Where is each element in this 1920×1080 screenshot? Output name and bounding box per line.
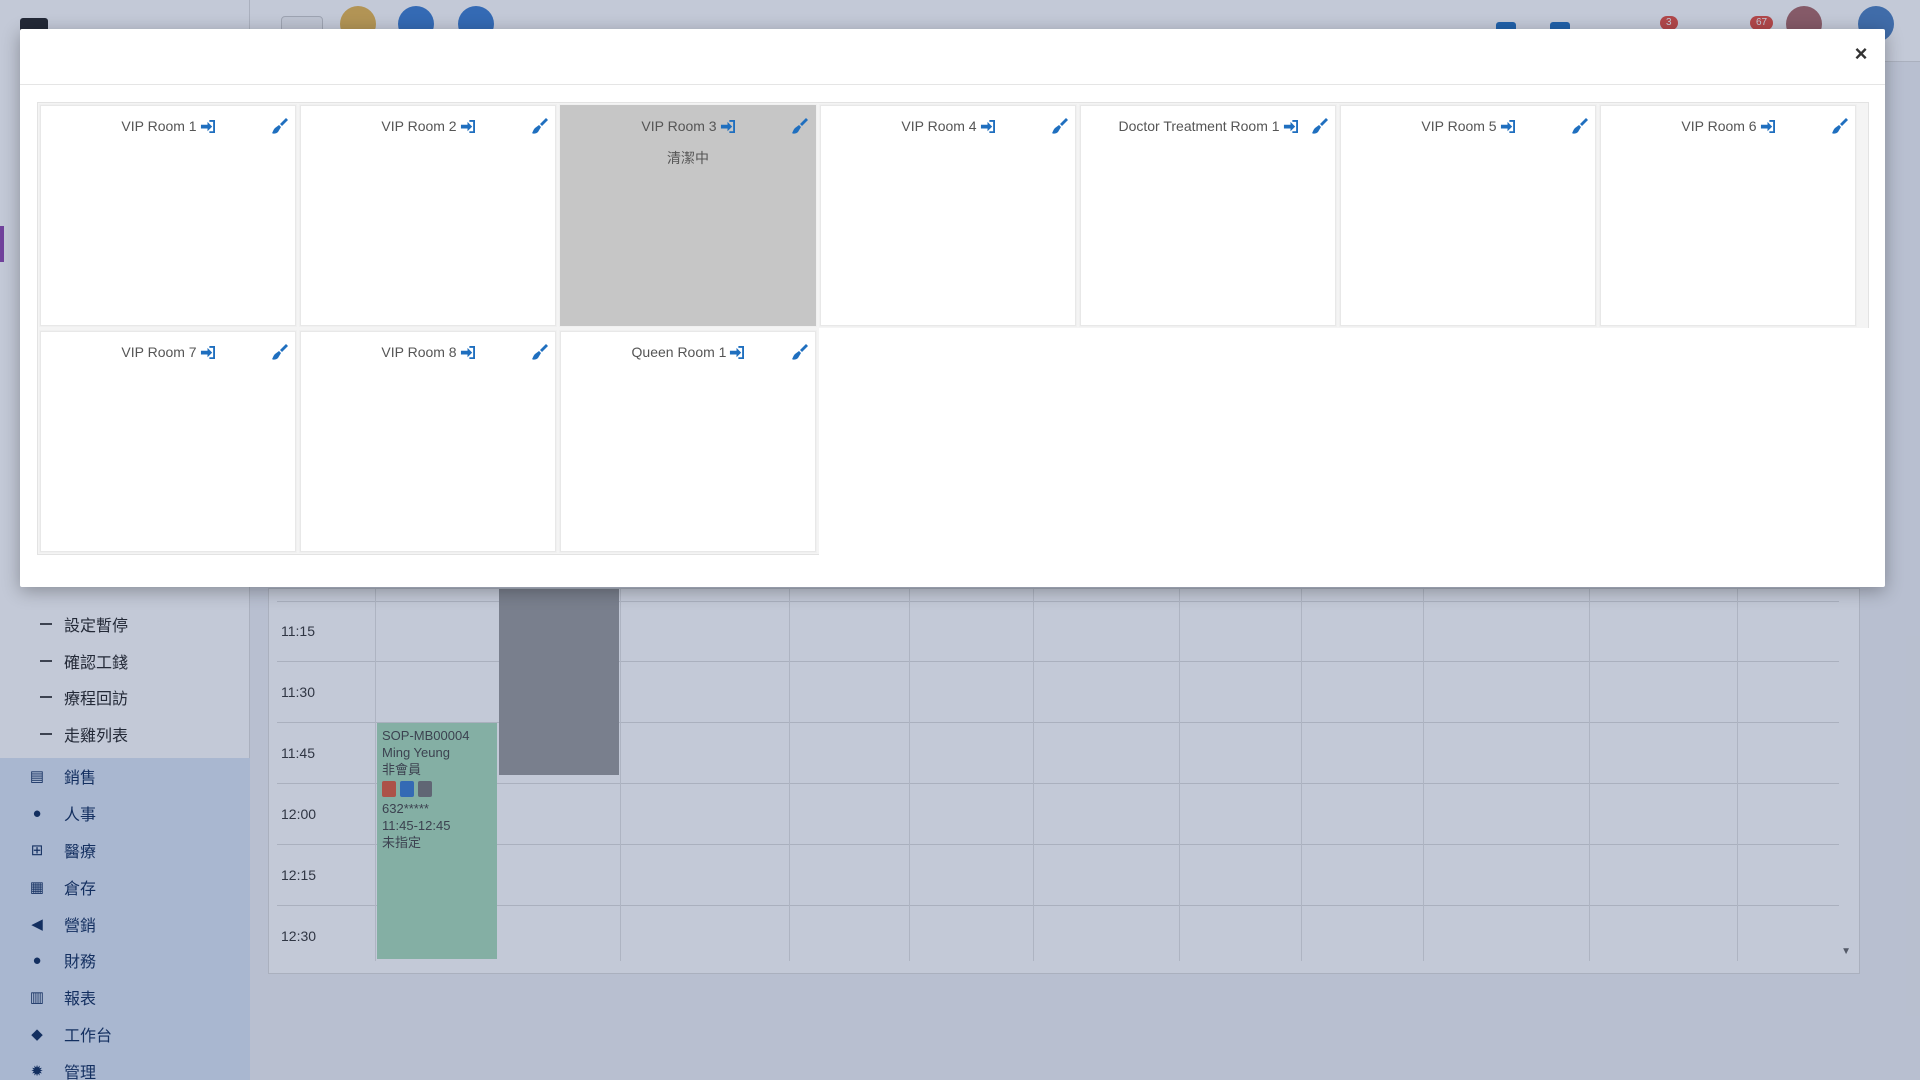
room-card[interactable]: VIP Room 7 (40, 331, 296, 552)
room-card[interactable]: VIP Room 6 (1600, 105, 1856, 326)
room-card[interactable]: VIP Room 2 (300, 105, 556, 326)
room-header: VIP Room 7 (41, 344, 295, 360)
room-header: VIP Room 4 (821, 118, 1075, 134)
room-header: VIP Room 1 (41, 118, 295, 134)
enter-room-icon[interactable] (1760, 119, 1775, 133)
broom-icon[interactable] (531, 343, 549, 361)
room-name: VIP Room 6 (1681, 118, 1757, 134)
broom-icon[interactable] (791, 117, 809, 135)
enter-room-icon[interactable] (460, 119, 475, 133)
room-card[interactable]: Doctor Treatment Room 1 (1080, 105, 1336, 326)
enter-room-icon[interactable] (1283, 119, 1298, 133)
room-status: 清潔中 (667, 150, 709, 166)
room-header: Queen Room 1 (561, 344, 815, 360)
room-card[interactable]: VIP Room 8 (300, 331, 556, 552)
room-card[interactable]: VIP Room 3 清潔中 (560, 105, 816, 326)
broom-icon[interactable] (1051, 117, 1069, 135)
room-card[interactable]: VIP Room 1 (40, 105, 296, 326)
broom-icon[interactable] (531, 117, 549, 135)
room-name: VIP Room 5 (1421, 118, 1497, 134)
empty-area (819, 328, 1869, 555)
broom-icon[interactable] (1831, 117, 1849, 135)
room-name: Queen Room 1 (631, 344, 727, 360)
enter-room-icon[interactable] (460, 345, 475, 359)
broom-icon[interactable] (1571, 117, 1589, 135)
close-button[interactable]: × (1851, 43, 1871, 65)
room-header: VIP Room 2 (301, 118, 555, 134)
room-card[interactable]: VIP Room 5 (1340, 105, 1596, 326)
room-grid: VIP Room 1 VIP Room 2 VIP Room 3 清潔中 VIP Roo… (37, 102, 1869, 555)
room-name: VIP Room 3 (641, 118, 717, 134)
room-header: VIP Room 6 (1601, 118, 1855, 134)
room-card[interactable]: Queen Room 1 (560, 331, 816, 552)
room-header: VIP Room 5 (1341, 118, 1595, 134)
room-name: VIP Room 2 (381, 118, 457, 134)
enter-room-icon[interactable] (200, 345, 215, 359)
broom-icon[interactable] (791, 343, 809, 361)
enter-room-icon[interactable] (980, 119, 995, 133)
room-name: VIP Room 8 (381, 344, 457, 360)
room-name: VIP Room 1 (121, 118, 197, 134)
room-header: Doctor Treatment Room 1 (1081, 118, 1335, 134)
enter-room-icon[interactable] (200, 119, 215, 133)
enter-room-icon[interactable] (1500, 119, 1515, 133)
enter-room-icon[interactable] (720, 119, 735, 133)
room-card[interactable]: VIP Room 4 (820, 105, 1076, 326)
modal-header: × (20, 29, 1885, 85)
enter-room-icon[interactable] (729, 345, 745, 359)
room-name: Doctor Treatment Room 1 (1118, 118, 1280, 134)
room-name: VIP Room 4 (901, 118, 977, 134)
room-name: VIP Room 7 (121, 344, 197, 360)
room-header: VIP Room 8 (301, 344, 555, 360)
broom-icon[interactable] (271, 343, 289, 361)
broom-icon[interactable] (1311, 117, 1329, 135)
broom-icon[interactable] (271, 117, 289, 135)
room-header: VIP Room 3 (561, 118, 815, 134)
room-select-modal: × VIP Room 1 VIP Room 2 VIP Room 3 清潔中 VIP R… (20, 29, 1885, 587)
